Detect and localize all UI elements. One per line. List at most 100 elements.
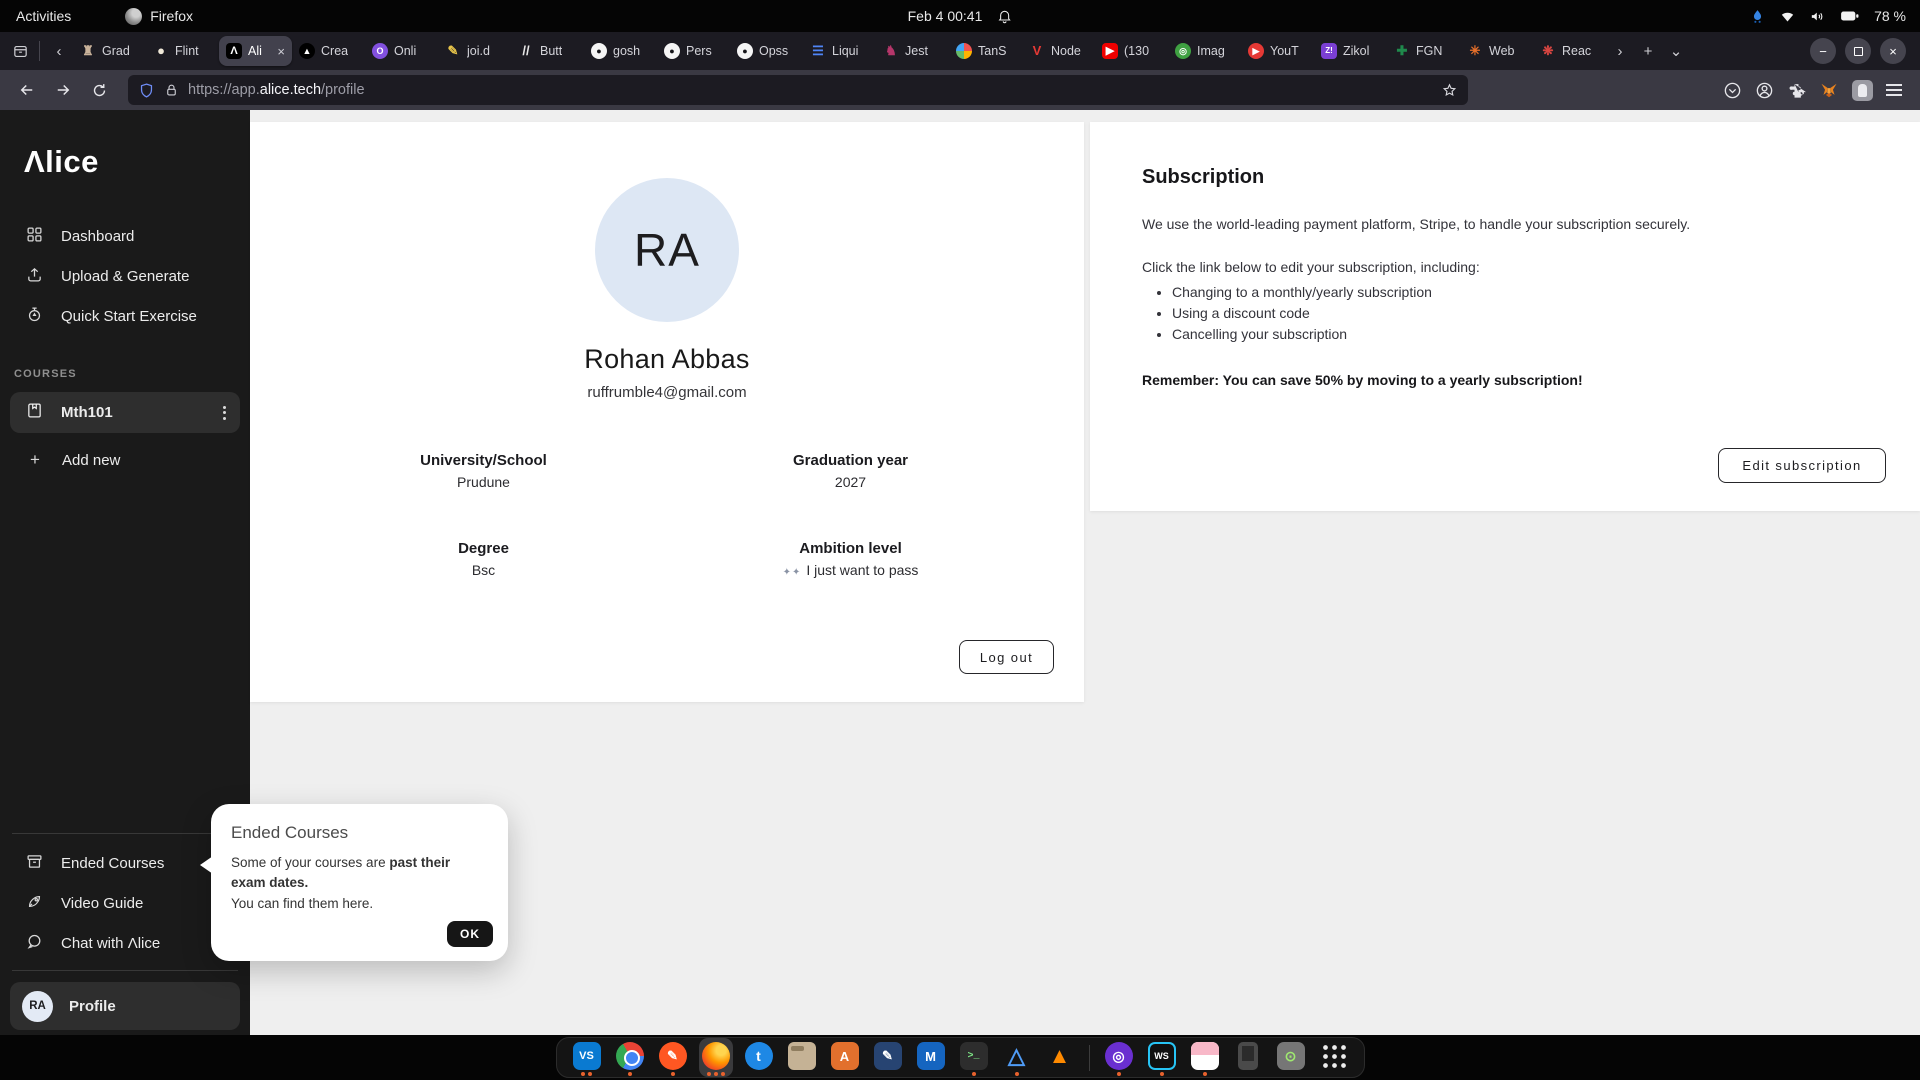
vscode-icon[interactable]: VS <box>570 1038 604 1077</box>
notification-bell-icon <box>996 8 1012 24</box>
bookmark-star-icon[interactable] <box>1441 82 1458 99</box>
chrome-icon[interactable] <box>613 1038 647 1077</box>
tab-liqui[interactable]: ☰Liqui <box>803 36 876 66</box>
add-new-course-button[interactable]: + Add new <box>0 440 250 480</box>
tab-opss[interactable]: ●Opss <box>730 36 803 66</box>
subscription-remember-note: Remember: You can save 50% by moving to … <box>1142 372 1868 388</box>
tab-pers[interactable]: ●Pers <box>657 36 730 66</box>
tab-list: ♜Grad●FlintΛAli×▲CreaOOnli✎joi.d//Butt●g… <box>73 32 1606 70</box>
scroll-tabs-left-icon[interactable]: ‹ <box>45 37 73 65</box>
edit-subscription-button[interactable]: Edit subscription <box>1718 448 1886 483</box>
close-tab-icon[interactable]: × <box>277 44 285 59</box>
app-grid-icon[interactable] <box>1317 1038 1351 1077</box>
thunderbird-icon[interactable]: t <box>742 1038 776 1077</box>
tab-label: Zikol <box>1343 44 1369 58</box>
tab-node[interactable]: VNode <box>1022 36 1095 66</box>
account-icon[interactable] <box>1755 81 1774 100</box>
sidebar-item-dashboard[interactable]: Dashboard <box>0 216 250 256</box>
url-bar[interactable]: https://app.alice.tech/profile <box>128 75 1468 105</box>
tab-label: Flint <box>175 44 199 58</box>
editor-app-icon[interactable]: ✎ <box>656 1038 690 1077</box>
back-button[interactable] <box>12 75 42 105</box>
list-all-tabs-icon[interactable]: ⌄ <box>1662 37 1690 65</box>
sidebar-item-quick-start-exercise[interactable]: Quick Start Exercise <box>0 296 250 336</box>
knot-app-icon[interactable]: △ <box>1000 1038 1034 1077</box>
metamask-fox-icon[interactable] <box>1819 81 1839 100</box>
profile-field-degree: DegreeBsc <box>300 540 667 578</box>
phone-app-icon <box>1238 1042 1258 1070</box>
scroll-tabs-right-icon[interactable]: › <box>1606 37 1634 65</box>
tab-fgn[interactable]: ✚FGN <box>1387 36 1460 66</box>
logout-button[interactable]: Log out <box>959 640 1054 674</box>
tab-onli[interactable]: OOnli <box>365 36 438 66</box>
focused-app-menu[interactable]: Firefox <box>125 8 193 25</box>
tab-ali[interactable]: ΛAli× <box>219 36 292 66</box>
sidebar-item-label: Chat with Λlice <box>61 935 160 952</box>
new-tab-button[interactable]: + <box>1634 37 1662 65</box>
tab-web[interactable]: ✳Web <box>1460 36 1533 66</box>
window-restore-button[interactable] <box>1845 38 1871 64</box>
alice-logo-icon: Λ <box>226 43 242 59</box>
window-minimize-button[interactable]: − <box>1810 38 1836 64</box>
tab-label: (130 <box>1124 44 1149 58</box>
software-store-icon[interactable]: A <box>828 1038 862 1077</box>
wave-app-icon[interactable]: M <box>914 1038 948 1077</box>
editor-app-icon: ✎ <box>659 1042 687 1070</box>
files-icon[interactable] <box>785 1038 819 1077</box>
notes-app-icon[interactable] <box>1188 1038 1222 1077</box>
tab-130[interactable]: ▶(130 <box>1095 36 1168 66</box>
tab-imag[interactable]: ◎Imag <box>1168 36 1241 66</box>
tab-gosh[interactable]: ●gosh <box>584 36 657 66</box>
reload-button[interactable] <box>84 75 114 105</box>
system-status-area[interactable]: 78 % <box>1749 8 1920 25</box>
clock-menu[interactable]: Feb 4 00:41 <box>908 8 1013 24</box>
window-close-button[interactable]: × <box>1880 38 1906 64</box>
forward-button[interactable] <box>48 75 78 105</box>
chrome-icon <box>616 1042 644 1070</box>
activities-button[interactable]: Activities <box>16 8 71 24</box>
tab-reac[interactable]: ❋Reac <box>1533 36 1606 66</box>
tab-zikol[interactable]: Z!Zikol <box>1314 36 1387 66</box>
vlc-icon[interactable]: ▲ <box>1043 1038 1077 1077</box>
extensions-puzzle-icon[interactable] <box>1787 81 1806 100</box>
tab-grad[interactable]: ♜Grad <box>73 36 146 66</box>
cursor-extension-icon[interactable] <box>1852 80 1873 101</box>
package-app-icon[interactable]: ⊙ <box>1274 1038 1308 1077</box>
firefox-icon[interactable] <box>699 1038 733 1077</box>
browser-toolbar: https://app.alice.tech/profile <box>0 70 1920 110</box>
lock-icon[interactable] <box>164 83 179 98</box>
menu-hamburger-icon[interactable] <box>1886 84 1902 96</box>
sidebar-item-profile[interactable]: RA Profile <box>10 982 240 1030</box>
tanstack-icon <box>956 43 972 59</box>
webstorm-icon[interactable]: WS <box>1145 1038 1179 1077</box>
tab-label: Opss <box>759 44 788 58</box>
tab-yout[interactable]: ▶YouT <box>1241 36 1314 66</box>
course-options-kebab-icon[interactable] <box>223 406 226 420</box>
subscription-bullet-list: Changing to a monthly/yearly subscriptio… <box>1172 284 1868 342</box>
tracking-shield-icon[interactable] <box>138 82 155 99</box>
knot-app-icon: △ <box>1003 1042 1031 1070</box>
tab-tans[interactable]: TanS <box>949 36 1022 66</box>
sidebar-item-mth101[interactable]: Mth101 <box>10 392 240 433</box>
subscription-title: Subscription <box>1142 166 1868 189</box>
archive-icon <box>26 853 43 874</box>
field-label: Graduation year <box>667 452 1034 469</box>
tab-jest[interactable]: ♞Jest <box>876 36 949 66</box>
tab-crea[interactable]: ▲Crea <box>292 36 365 66</box>
field-value: 2027 <box>667 474 1034 490</box>
phone-app-icon[interactable] <box>1231 1038 1265 1077</box>
tab-flint[interactable]: ●Flint <box>146 36 219 66</box>
tooltip-ok-button[interactable]: OK <box>447 921 493 947</box>
terminal-icon[interactable]: >_ <box>957 1038 991 1077</box>
tab-joi-d[interactable]: ✎joi.d <box>438 36 511 66</box>
firefox-view-icon[interactable] <box>6 37 34 65</box>
firefox-app-icon <box>125 8 142 25</box>
tab-butt[interactable]: //Butt <box>511 36 584 66</box>
pen-tool-app-icon[interactable]: ✎ <box>871 1038 905 1077</box>
tab-label: Pers <box>686 44 712 58</box>
purple-app-icon[interactable]: ◎ <box>1102 1038 1136 1077</box>
sidebar-item-upload-generate[interactable]: Upload & Generate <box>0 256 250 296</box>
sidebar-divider <box>12 833 238 834</box>
profile-email: ruffrumble4@gmail.com <box>250 384 1084 401</box>
save-to-pocket-icon[interactable] <box>1723 81 1742 100</box>
